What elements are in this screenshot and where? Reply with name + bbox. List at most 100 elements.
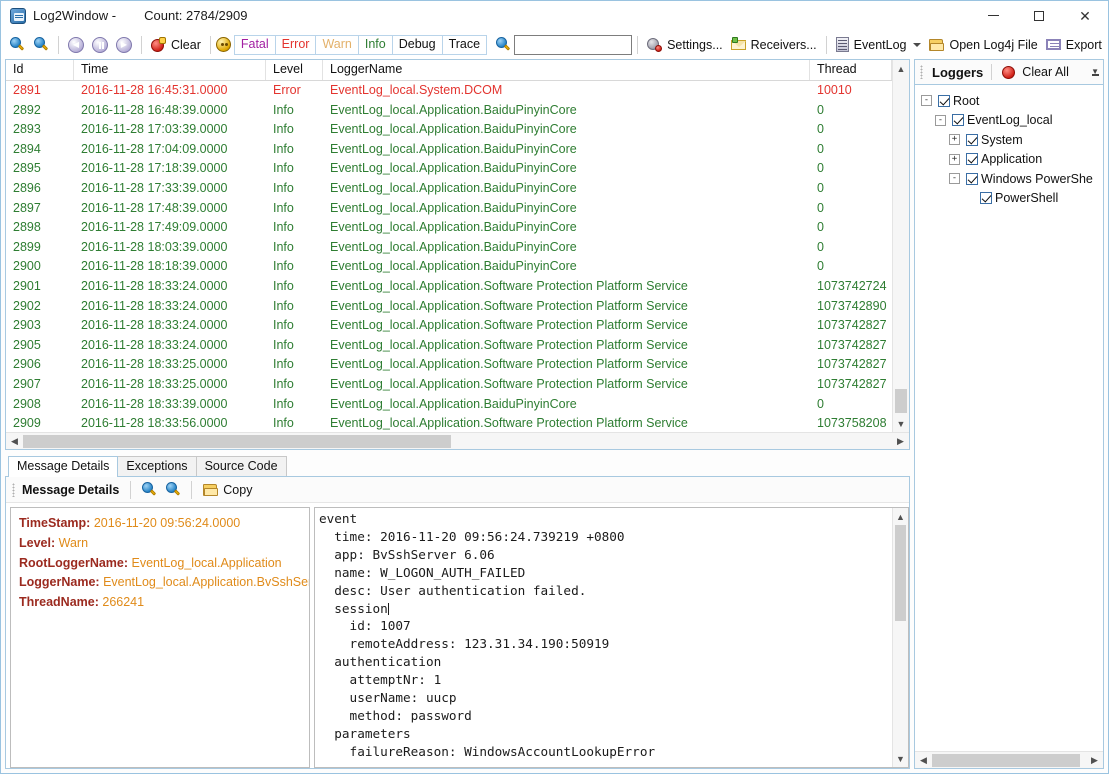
- loggers-overflow-icon[interactable]: ▼: [1091, 67, 1099, 76]
- level-filter-fatal[interactable]: Fatal: [233, 34, 275, 55]
- toolbar-grip[interactable]: [12, 482, 15, 497]
- logger-checkbox[interactable]: [980, 192, 992, 205]
- loggers-grip[interactable]: [920, 65, 923, 79]
- tree-scroll-track[interactable]: [932, 752, 1086, 769]
- table-row[interactable]: 2892 2016-11-28 16:48:39.0000 Info EventLog…: [6, 101, 892, 121]
- copy-button[interactable]: Copy: [199, 478, 256, 502]
- clear-button[interactable]: Clear: [147, 33, 205, 57]
- scroll-thumb-horizontal[interactable]: [23, 434, 451, 448]
- message-scroll-thumb[interactable]: [895, 525, 906, 621]
- app-icon: [10, 7, 26, 24]
- collapse-icon[interactable]: -: [921, 95, 932, 107]
- tree-scroll-right-button[interactable]: ▶: [1086, 752, 1103, 769]
- settings-gear-icon: [647, 37, 663, 53]
- scroll-up-button[interactable]: ▲: [893, 60, 909, 77]
- tab-source-code[interactable]: Source Code: [195, 456, 287, 476]
- expand-icon[interactable]: +: [949, 153, 960, 165]
- nav-back-button[interactable]: ◀: [64, 33, 88, 57]
- tab-exceptions[interactable]: Exceptions: [117, 456, 197, 476]
- table-row[interactable]: 2894 2016-11-28 17:04:09.0000 Info EventLog…: [6, 140, 892, 160]
- tree-node[interactable]: + System: [921, 130, 1101, 150]
- tree-node[interactable]: - EventLog_local: [921, 111, 1101, 131]
- search-icon[interactable]: [495, 36, 511, 53]
- table-row[interactable]: 2895 2016-11-28 17:18:39.0000 Info EventLog…: [6, 159, 892, 179]
- message-scroll-down-button[interactable]: ▼: [893, 750, 908, 767]
- table-row[interactable]: 2902 2016-11-28 18:33:24.0000 Info EventLog…: [6, 297, 892, 317]
- level-filter-trace[interactable]: Trace: [441, 34, 488, 55]
- column-header-id[interactable]: Id: [6, 60, 74, 80]
- tree-node[interactable]: - Root: [921, 91, 1101, 111]
- details-zoom-in-icon[interactable]: [165, 481, 181, 498]
- expand-icon[interactable]: +: [949, 134, 960, 146]
- message-scroll-track[interactable]: [893, 525, 908, 750]
- table-row[interactable]: 2909 2016-11-28 18:33:56.0000 Info EventLog…: [6, 414, 892, 432]
- table-row[interactable]: 2901 2016-11-28 18:33:24.0000 Info EventLog…: [6, 277, 892, 297]
- scroll-down-button[interactable]: ▼: [893, 415, 909, 432]
- column-header-level[interactable]: Level: [266, 60, 323, 80]
- logger-checkbox[interactable]: [938, 94, 950, 107]
- logger-checkbox[interactable]: [966, 153, 978, 166]
- tree-horizontal-scrollbar[interactable]: ◀ ▶: [915, 751, 1103, 768]
- grid-horizontal-scrollbar[interactable]: ◀ ▶: [6, 432, 909, 449]
- zoom-in-button[interactable]: [29, 33, 53, 57]
- level-filter-warn[interactable]: Warn: [315, 34, 358, 55]
- scroll-thumb-vertical[interactable]: [895, 389, 907, 413]
- open-log4j-file-button[interactable]: Open Log4j File: [925, 33, 1041, 57]
- details-zoom-out-icon[interactable]: [141, 481, 157, 498]
- column-header-time[interactable]: Time: [74, 60, 266, 80]
- table-row[interactable]: 2893 2016-11-28 17:03:39.0000 Info EventLog…: [6, 120, 892, 140]
- table-row[interactable]: 2903 2016-11-28 18:33:24.0000 Info EventLog…: [6, 316, 892, 336]
- tree-node[interactable]: + Application: [921, 150, 1101, 170]
- title-bar: Log2Window - Count: 2784/2909 ✕: [1, 1, 1108, 31]
- cell-id: 2902: [13, 298, 41, 313]
- tree-scroll-left-button[interactable]: ◀: [915, 752, 932, 769]
- collapse-icon[interactable]: -: [949, 173, 960, 185]
- table-row[interactable]: 2900 2016-11-28 18:18:39.0000 Info EventLog…: [6, 257, 892, 277]
- receivers-button[interactable]: Receivers...: [727, 33, 821, 57]
- column-header-thread[interactable]: Thread: [810, 60, 892, 80]
- table-row[interactable]: 2907 2016-11-28 18:33:25.0000 Info EventLog…: [6, 375, 892, 395]
- search-input[interactable]: [514, 34, 633, 55]
- table-row[interactable]: 2896 2016-11-28 17:33:39.0000 Info EventLog…: [6, 179, 892, 199]
- minimize-button[interactable]: [970, 1, 1016, 31]
- maximize-button[interactable]: [1016, 1, 1062, 31]
- level-filter-info[interactable]: Info: [357, 34, 392, 55]
- column-header-logger[interactable]: LoggerName: [323, 60, 810, 80]
- tree-scroll-thumb[interactable]: [932, 753, 1080, 767]
- nav-forward-button[interactable]: ▶: [112, 33, 136, 57]
- table-row[interactable]: 2908 2016-11-28 18:33:39.0000 Info EventLog…: [6, 395, 892, 415]
- settings-button[interactable]: Settings...: [643, 33, 727, 57]
- collapse-icon[interactable]: -: [935, 114, 946, 126]
- grid-vertical-scrollbar[interactable]: ▲ ▼: [892, 60, 909, 432]
- close-button[interactable]: ✕: [1062, 1, 1108, 31]
- table-row[interactable]: 2898 2016-11-28 17:49:09.0000 Info EventLog…: [6, 218, 892, 238]
- eventlog-dropdown[interactable]: EventLog: [832, 33, 926, 57]
- logger-checkbox[interactable]: [966, 172, 978, 185]
- table-row[interactable]: 2891 2016-11-28 16:45:31.0000 Error EventLo…: [6, 81, 892, 101]
- table-row[interactable]: 2897 2016-11-28 17:48:39.0000 Info EventLog…: [6, 199, 892, 219]
- table-row[interactable]: 2905 2016-11-28 18:33:24.0000 Info EventLog…: [6, 336, 892, 356]
- zoom-out-button[interactable]: [5, 33, 29, 57]
- level-filter-debug[interactable]: Debug: [391, 34, 442, 55]
- nav-pause-button[interactable]: [88, 33, 112, 57]
- export-icon: [1045, 37, 1062, 52]
- export-dropdown[interactable]: Export: [1042, 33, 1109, 57]
- logger-checkbox[interactable]: [966, 133, 978, 146]
- message-scroll-up-button[interactable]: ▲: [893, 508, 908, 525]
- tree-node[interactable]: PowerShell: [921, 189, 1101, 209]
- clear-all-button[interactable]: Clear All: [1000, 60, 1071, 84]
- message-text[interactable]: event time: 2016-11-20 09:56:24.739219 +…: [315, 508, 892, 767]
- message-vertical-scrollbar[interactable]: ▲ ▼: [892, 508, 908, 767]
- level-filter-error[interactable]: Error: [274, 34, 316, 55]
- tree-node[interactable]: - Windows PowerShe: [921, 169, 1101, 189]
- table-row[interactable]: 2899 2016-11-28 18:03:39.0000 Info EventLog…: [6, 238, 892, 258]
- loggers-tree-box: - Root - EventLog_local + System + Application -…: [914, 84, 1104, 769]
- scroll-left-button[interactable]: ◀: [6, 433, 23, 450]
- logger-checkbox[interactable]: [952, 114, 964, 127]
- scroll-track-horizontal[interactable]: [23, 433, 892, 450]
- scroll-track-vertical[interactable]: [893, 77, 909, 415]
- level-filter-icon: [215, 37, 231, 52]
- scroll-right-button[interactable]: ▶: [892, 433, 909, 450]
- tab-message-details[interactable]: Message Details: [8, 456, 119, 477]
- table-row[interactable]: 2906 2016-11-28 18:33:25.0000 Info EventLog…: [6, 355, 892, 375]
